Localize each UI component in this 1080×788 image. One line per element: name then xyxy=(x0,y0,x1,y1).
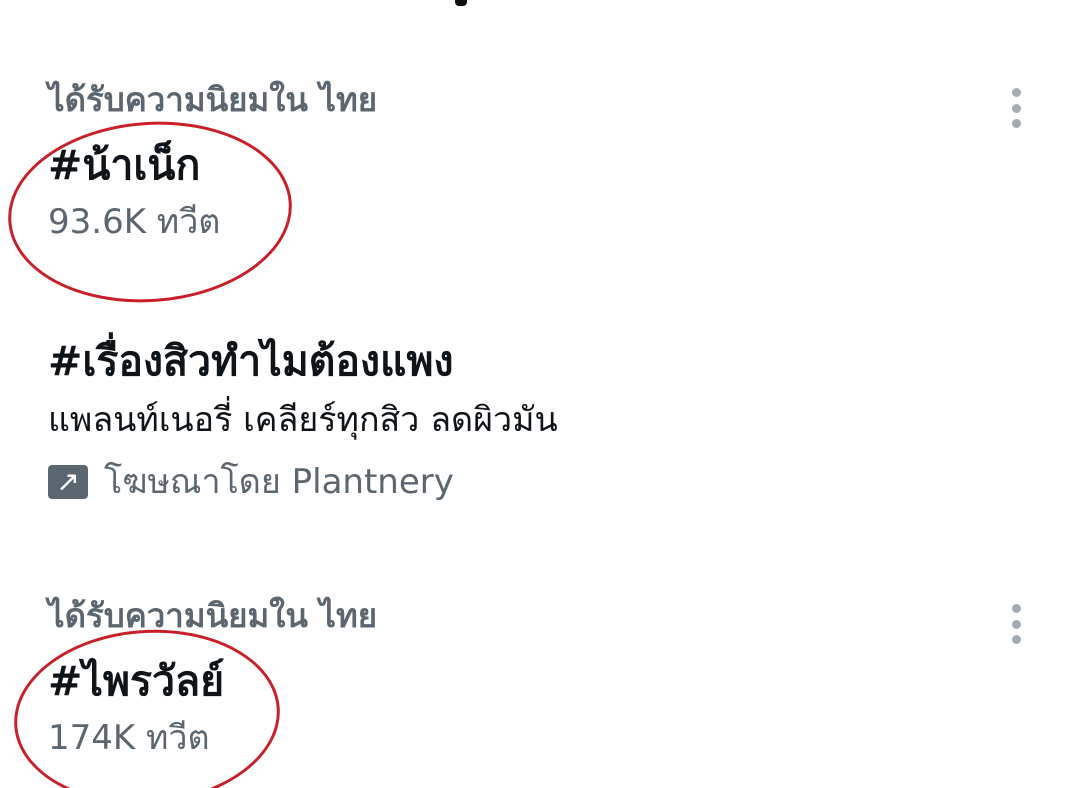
cropped-glyph xyxy=(455,0,467,6)
trend-item-promoted[interactable]: #เรื่องสิวทำไมต้องแพง แพลนท์เนอรี่ เคลีย… xyxy=(48,336,1080,504)
trend-context: ได้รับความนิยมใน ไทย xyxy=(48,80,378,119)
promoted-description: แพลนท์เนอรี่ เคลียร์ทุกสิว ลดผิวมัน xyxy=(48,400,558,440)
trend-item-1[interactable]: ได้รับความนิยมใน ไทย #น้าเน็ก 93.6K ทวีต xyxy=(48,80,1080,244)
promoted-by-label: โฆษณาโดย Plantnery xyxy=(104,462,454,502)
trends-page: ได้รับความนิยมใน ไทย #น้าเน็ก 93.6K ทวีต… xyxy=(0,0,1080,788)
trend-tweet-count: 174K ทวีต xyxy=(48,718,210,758)
trend-item-3[interactable]: ได้รับความนิยมใน ไทย #ไพรวัลย์ 174K ทวีต xyxy=(48,596,1080,760)
trend-tweet-count: 93.6K ทวีต xyxy=(48,202,221,242)
more-vertical-icon[interactable] xyxy=(1004,604,1028,644)
promoted-by[interactable]: ↗ โฆษณาโดย Plantnery xyxy=(48,460,1080,504)
more-vertical-icon[interactable] xyxy=(1004,88,1028,128)
trend-context: ได้รับความนิยมใน ไทย xyxy=(48,596,378,635)
trend-hashtag[interactable]: #เรื่องสิวทำไมต้องแพง xyxy=(48,336,1080,386)
trend-hashtag[interactable]: #น้าเน็ก xyxy=(48,140,1080,190)
promoted-arrow-icon: ↗ xyxy=(48,465,88,499)
trend-hashtag[interactable]: #ไพรวัลย์ xyxy=(48,656,1080,706)
